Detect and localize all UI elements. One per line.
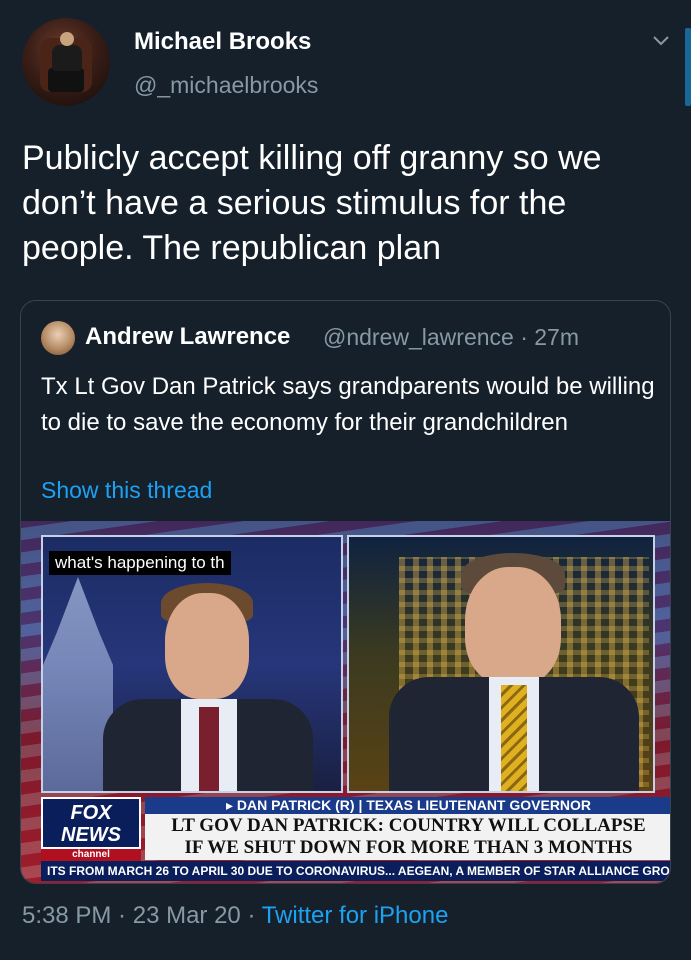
tweet-footer-meta: 5:38 PM · 23 Mar 20 · Twitter for iPhone <box>22 902 448 930</box>
avatar[interactable] <box>22 18 110 106</box>
author-display-name[interactable]: Michael Brooks <box>134 28 311 56</box>
avatar-figure-body <box>52 45 82 71</box>
video-right-pane <box>347 535 655 793</box>
video-left-pane: what's happening to th <box>41 535 343 793</box>
avatar-figure-head <box>60 32 74 46</box>
show-thread-link[interactable]: Show this thread <box>41 477 212 504</box>
video-media[interactable]: what's happening to th FOX NEWS channel … <box>21 521 670 883</box>
quoted-display-name[interactable]: Andrew Lawrence <box>85 323 290 351</box>
tweet-text: Publicly accept killing off granny so we… <box>22 139 602 267</box>
quoted-tweet[interactable]: Andrew Lawrence @ndrew_lawrence · 27m Tx… <box>20 300 671 884</box>
tweet-source-link[interactable]: Twitter for iPhone <box>262 902 449 929</box>
news-ticker: ITS FROM MARCH 26 TO APRIL 30 DUE TO COR… <box>41 861 670 881</box>
lower-third-topline: ▸ DAN PATRICK (R) | TEXAS LIEUTENANT GOV… <box>145 797 670 814</box>
separator: · <box>240 902 262 929</box>
network-logo-sub: channel <box>41 849 141 861</box>
guest-figure <box>389 553 639 791</box>
lower-third-headline: LT GOV DAN PATRICK: COUNTRY WILL COLLAPS… <box>145 814 670 860</box>
tweet-time: 5:38 PM <box>22 902 112 929</box>
scroll-indicator[interactable] <box>685 28 691 106</box>
video-caption: what's happening to th <box>49 551 231 575</box>
news-lower-third: FOX NEWS channel ▸ DAN PATRICK (R) | TEX… <box>41 797 670 883</box>
quoted-avatar[interactable] <box>41 321 75 355</box>
tweet-header: Michael Brooks @_michaelbrooks <box>22 18 672 110</box>
headline-line-2: IF WE SHUT DOWN FOR MORE THAN 3 MONTHS <box>184 837 633 858</box>
chevron-down-icon[interactable] <box>650 30 672 52</box>
author-handle[interactable]: @_michaelbrooks <box>134 72 318 99</box>
tweet-date: 23 Mar 20 <box>132 902 241 929</box>
quoted-tweet-text: Tx Lt Gov Dan Patrick says grandparents … <box>41 373 655 436</box>
quoted-tweet-header: Andrew Lawrence @ndrew_lawrence · 27m <box>41 321 661 355</box>
separator: · <box>111 902 133 929</box>
quoted-handle-time: @ndrew_lawrence · 27m <box>323 324 580 350</box>
headline-line-1: LT GOV DAN PATRICK: COUNTRY WILL COLLAPS… <box>171 815 646 836</box>
avatar-figure-legs <box>48 68 84 92</box>
network-logo: FOX NEWS <box>41 797 141 849</box>
host-figure <box>103 567 323 791</box>
